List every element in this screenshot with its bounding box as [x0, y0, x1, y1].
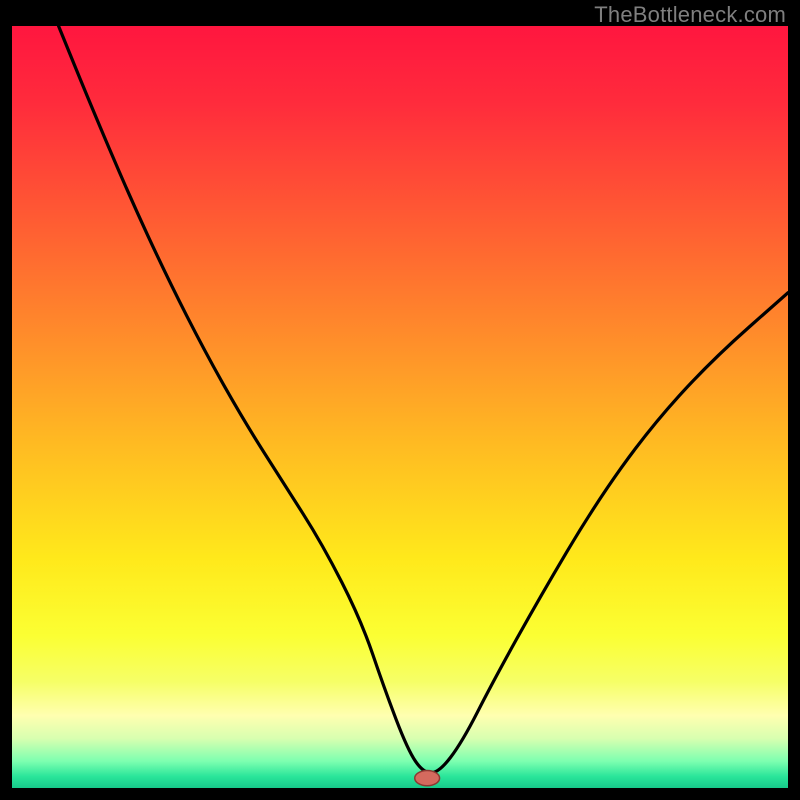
- watermark-text: TheBottleneck.com: [594, 2, 786, 28]
- minimum-marker: [415, 770, 440, 785]
- chart-frame: [12, 26, 788, 788]
- gradient-background: [12, 26, 788, 788]
- bottleneck-chart: [12, 26, 788, 788]
